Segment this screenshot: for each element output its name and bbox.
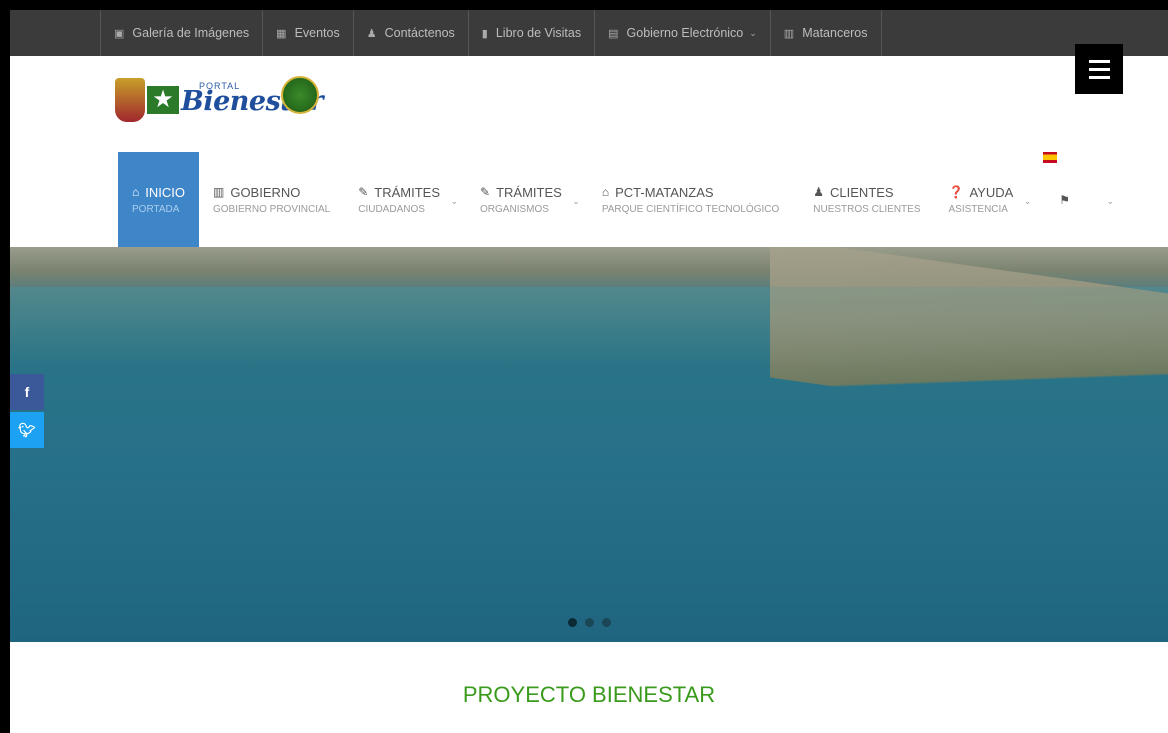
page: ▣ Galería de Imágenes ▦ Eventos ♟ Contác…	[10, 10, 1168, 733]
top-link-eventos[interactable]: ▦ Eventos	[263, 10, 354, 56]
top-link-gobierno-electronico[interactable]: ▤ Gobierno Electrónico ⌄	[595, 10, 771, 56]
nav-item-sub: PARQUE CIENTÍFICO TECNOLÓGICO	[601, 203, 780, 215]
hamburger-line	[1088, 67, 1110, 71]
nav-item-tramites-ciudadanos[interactable]: ✎ TRÁMITES CIUDADANOS ⌄	[344, 152, 458, 247]
nav-item-language[interactable]: ⚑ ⌄	[1045, 152, 1114, 247]
hamburger-menu-button[interactable]	[1075, 44, 1123, 94]
chevron-down-icon: ⌄	[1023, 196, 1032, 206]
hamburger-line	[1088, 59, 1110, 63]
question-circle-icon: ❓	[948, 185, 964, 199]
hamburger-line	[1088, 75, 1110, 79]
facebook-icon: f	[24, 384, 30, 400]
slider-dots	[568, 618, 611, 627]
slider-dot[interactable]	[602, 618, 611, 627]
seal-icon	[281, 76, 319, 114]
star-flag-icon: ★	[147, 86, 179, 114]
flag-icon: ⚑	[1059, 192, 1071, 207]
chevron-down-icon: ⌄	[572, 196, 580, 206]
slider-dot[interactable]	[585, 618, 594, 627]
facebook-share-button[interactable]: f	[10, 374, 44, 410]
nav-item-tramites-organismos[interactable]: ✎ TRÁMITES ORGANISMOS ⌄	[466, 152, 580, 247]
top-link-label: Galería de Imágenes	[132, 26, 250, 40]
twitter-icon: 🐦︎	[18, 421, 36, 438]
top-link-contactenos[interactable]: ♟ Contáctenos	[354, 10, 469, 56]
edit-icon: ✎	[480, 185, 491, 199]
id-card-icon: ▤	[608, 27, 619, 40]
site-logo[interactable]: ★ PORTAL Bienestar	[115, 74, 331, 132]
image-icon: ▣	[114, 27, 125, 40]
nav-item-title: CLIENTES	[830, 184, 894, 200]
nav-item-sub: ORGANISMOS	[480, 203, 549, 215]
user-icon: ♟	[366, 27, 377, 40]
top-link-galeria[interactable]: ▣ Galería de Imágenes	[101, 10, 264, 56]
nav-item-title: TRÁMITES	[496, 184, 562, 200]
newspaper-icon: ▥	[783, 27, 795, 40]
nav-item-pct-matanzas[interactable]: ⌂ PCT-MATANZAS PARQUE CIENTÍFICO TECNOLÓG…	[588, 152, 793, 247]
hero-haze	[10, 287, 1168, 367]
chevron-down-icon: ⌄	[450, 196, 459, 206]
twitter-share-button[interactable]: 🐦︎	[10, 412, 44, 448]
spanish-flag-icon[interactable]	[1043, 152, 1057, 163]
home-icon: ⌂	[132, 185, 140, 199]
nav-item-gobierno[interactable]: ▥ GOBIERNO GOBIERNO PROVINCIAL	[199, 152, 344, 247]
nav-item-title: GOBIERNO	[230, 184, 301, 200]
nav-item-title: INICIO	[145, 184, 185, 200]
nav-item-sub: CIUDADANOS	[358, 203, 425, 215]
edit-icon: ✎	[358, 185, 369, 199]
book-icon: ▮	[481, 27, 488, 40]
institution-icon: ▥	[212, 185, 225, 199]
top-link-label: Contáctenos	[384, 26, 455, 40]
nav-item-ayuda[interactable]: ❓ AYUDA ASISTENCIA ⌄	[935, 152, 1032, 247]
chevron-down-icon: ⌄	[749, 27, 757, 38]
graduation-cap-icon: ⌂	[601, 185, 610, 199]
nav-item-sub: NUESTROS CLIENTES	[813, 203, 921, 215]
top-link-label: Libro de Visitas	[495, 26, 582, 40]
nav-item-title: AYUDA	[969, 184, 1014, 200]
slider-dot[interactable]	[568, 618, 577, 627]
coat-of-arms-icon	[115, 78, 145, 122]
nav-item-sub: ASISTENCIA	[948, 203, 1008, 215]
nav-item-sub: GOBIERNO PROVINCIAL	[212, 203, 331, 215]
main-nav: ⌂ INICIO PORTADA ▥ GOBIERNO GOBIERNO PROVI…	[118, 152, 1114, 247]
nav-item-title: PCT-MATANZAS	[615, 184, 714, 200]
top-link-matanceros[interactable]: ▥ Matanceros	[771, 10, 882, 56]
hero-slider	[10, 247, 1168, 642]
top-link-libro-visitas[interactable]: ▮ Libro de Visitas	[469, 10, 596, 56]
calendar-icon: ▦	[276, 27, 287, 40]
nav-item-clientes[interactable]: ♟ CLIENTES NUESTROS CLIENTES	[799, 152, 934, 247]
users-icon: ♟	[813, 185, 825, 199]
nav-item-inicio[interactable]: ⌂ INICIO PORTADA	[118, 152, 199, 247]
top-utility-bar: ▣ Galería de Imágenes ▦ Eventos ♟ Contác…	[10, 10, 1168, 56]
top-link-label: Gobierno Electrónico	[626, 26, 744, 40]
section-title: PROYECTO BIENESTAR	[462, 682, 716, 707]
top-links: ▣ Galería de Imágenes ▦ Eventos ♟ Contác…	[100, 10, 882, 56]
nav-item-title: TRÁMITES	[374, 184, 441, 200]
top-link-label: Matanceros	[802, 26, 868, 40]
nav-item-sub: PORTADA	[132, 203, 180, 215]
top-link-label: Eventos	[294, 26, 340, 40]
chevron-down-icon: ⌄	[1106, 196, 1115, 206]
